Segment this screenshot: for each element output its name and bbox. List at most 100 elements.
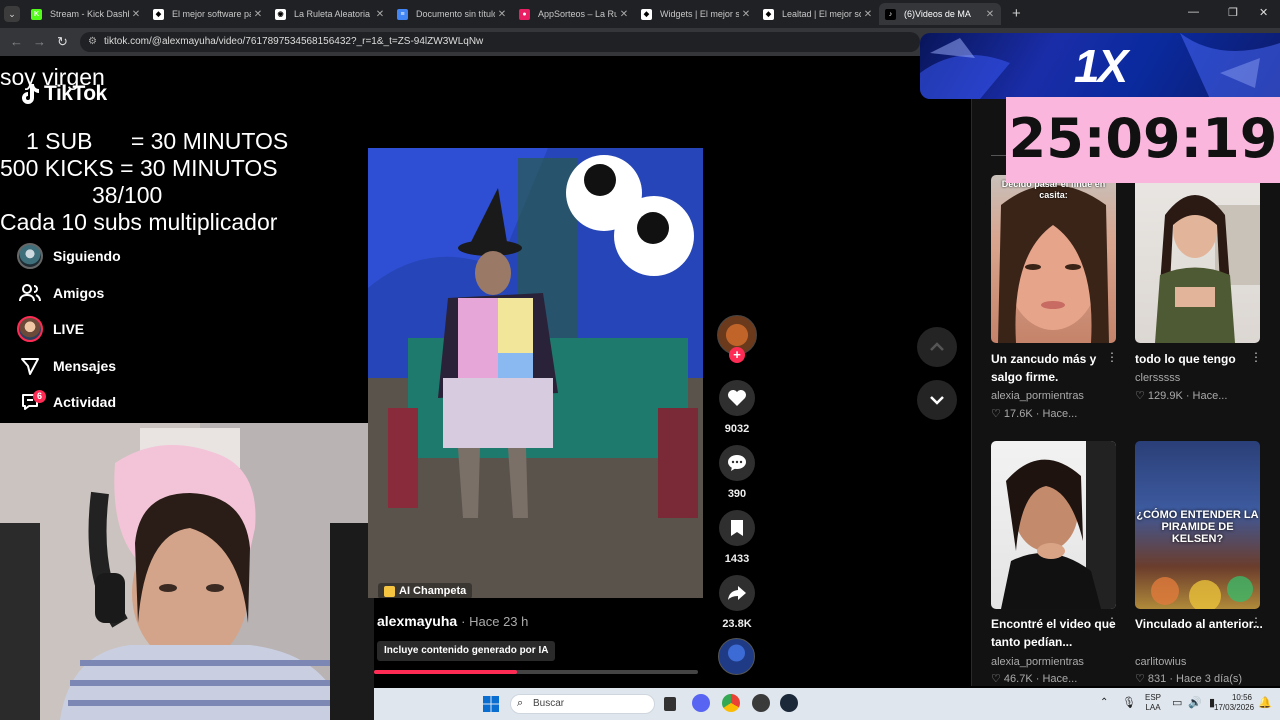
- share-button[interactable]: [719, 575, 755, 611]
- close-window-icon[interactable]: ✕: [1259, 6, 1268, 19]
- ai-content-label[interactable]: Incluye contenido generado por IA: [377, 641, 556, 661]
- bookmark-icon: [731, 520, 743, 536]
- more-options-icon[interactable]: ⋮: [1106, 350, 1118, 364]
- minimize-icon[interactable]: —: [1188, 6, 1199, 18]
- reload-icon[interactable]: ↻: [57, 34, 68, 50]
- tab-close-icon[interactable]: ✕: [861, 9, 875, 20]
- tab-title: AppSorteos – La Rule: [538, 9, 617, 19]
- overlay-sub-rule-text: 1 SUB = 30 MINUTOS: [26, 128, 289, 154]
- like-button[interactable]: [719, 380, 755, 416]
- more-options-icon[interactable]: ⋮: [1106, 615, 1118, 629]
- site-info-icon[interactable]: ⚙: [88, 36, 97, 47]
- live-avatar-icon: [16, 315, 44, 343]
- forward-icon[interactable]: →: [33, 34, 46, 49]
- tray-overflow-icon[interactable]: ⌃: [1100, 697, 1108, 708]
- more-options-icon[interactable]: ⋮: [1250, 350, 1262, 364]
- overlay-sub-count: 38/100: [92, 182, 163, 208]
- browser-tab[interactable]: ◆ Lealtad | El mejor sof ✕: [757, 3, 879, 25]
- tab-title: (6)Videos de MA: [904, 9, 971, 19]
- browser-tab[interactable]: ≡ Documento sin título ✕: [391, 3, 513, 25]
- discord-icon[interactable]: [692, 694, 710, 712]
- previous-video-button[interactable]: [917, 327, 957, 367]
- suggested-thumb-1[interactable]: Decido pasar el finde en casita:: [991, 175, 1116, 343]
- nav-following[interactable]: Siguiendo: [16, 241, 121, 271]
- tab-close-icon[interactable]: ✕: [739, 9, 753, 20]
- next-video-button[interactable]: [917, 380, 957, 420]
- nav-friends[interactable]: Amigos: [16, 278, 104, 308]
- volume-icon[interactable]: 🔊: [1188, 696, 1202, 709]
- suggested-thumb-4[interactable]: ¿CÓMO ENTENDER LA PIRAMIDE DE KELSEN?: [1135, 441, 1260, 609]
- video-player[interactable]: [368, 148, 703, 598]
- tab-close-icon[interactable]: ✕: [129, 9, 143, 20]
- new-tab-button[interactable]: +: [1012, 5, 1021, 22]
- video-progress-fill: [374, 670, 517, 674]
- obs-icon[interactable]: [752, 694, 770, 712]
- tab-close-icon[interactable]: ✕: [373, 9, 387, 20]
- suggested-stats-4: ♡ 831 · Hace 3 día(s): [1135, 673, 1243, 685]
- overlay-multiplier-text: Cada 10 subs multiplicador: [0, 209, 278, 235]
- tab-favicon-icon: ◉: [275, 8, 286, 20]
- chrome-icon[interactable]: [722, 694, 740, 712]
- notification-bell-icon[interactable]: 🔔: [1258, 696, 1272, 709]
- suggested-stats-3: ♡ 46.7K · Hace...: [991, 673, 1078, 685]
- save-button[interactable]: [719, 510, 755, 546]
- suggested-author-4[interactable]: carlitowius: [1135, 656, 1186, 668]
- tab-title: La Ruleta Aleatoria: [294, 9, 371, 19]
- comment-icon: [728, 455, 746, 471]
- suggested-title-4[interactable]: Vinculado al anterior...: [1135, 615, 1265, 633]
- like-count: 9032: [724, 423, 750, 435]
- task-view-icon[interactable]: [664, 697, 676, 711]
- share-arrow-icon: [728, 586, 746, 600]
- video-author[interactable]: alexmayuha: [377, 613, 457, 629]
- browser-tab[interactable]: ◆ Widgets | El mejor so ✕: [635, 3, 757, 25]
- save-count: 1433: [724, 553, 750, 565]
- suggested-author-2[interactable]: clersssss: [1135, 372, 1180, 384]
- suggested-thumb-3[interactable]: [991, 441, 1116, 609]
- nav-activity-label: Actividad: [53, 394, 117, 410]
- tab-favicon-icon: ♪: [885, 8, 896, 20]
- taskbar-search[interactable]: [510, 694, 655, 714]
- share-count: 23.8K: [722, 618, 752, 630]
- nav-messages[interactable]: Mensajes: [16, 351, 116, 381]
- network-icon[interactable]: ▭: [1172, 696, 1182, 709]
- browser-tab[interactable]: ◉ La Ruleta Aleatoria ✕: [269, 3, 391, 25]
- nav-activity[interactable]: Actividad: [16, 387, 116, 417]
- suggested-title-1[interactable]: Un zancudo más y salgo firme.: [991, 350, 1121, 386]
- suggested-author-3[interactable]: alexia_pormientras: [991, 656, 1084, 668]
- sound-disc[interactable]: [718, 638, 755, 675]
- more-options-icon[interactable]: ⋮: [1250, 615, 1262, 629]
- browser-tab[interactable]: K Stream - Kick Dashbo ✕: [25, 3, 147, 25]
- comment-button[interactable]: [719, 445, 755, 481]
- effect-tag-text: AI Champeta: [399, 585, 467, 597]
- nav-live-label: LIVE: [53, 321, 85, 337]
- taskbar-clock[interactable]: 10:56 17/03/2026: [1214, 693, 1254, 713]
- sponsor-banner: 1X: [920, 33, 1280, 99]
- language-indicator[interactable]: ESP LAA: [1145, 693, 1161, 713]
- search-icon: ⌕: [517, 697, 524, 709]
- tab-close-icon[interactable]: ✕: [983, 9, 997, 20]
- maximize-icon[interactable]: ❐: [1228, 6, 1238, 19]
- microphone-icon[interactable]: 🎙: [1122, 696, 1136, 709]
- steam-icon[interactable]: [780, 694, 798, 712]
- activity-badge: 6: [33, 390, 46, 403]
- tab-close-icon[interactable]: ✕: [495, 9, 509, 20]
- suggested-author-1[interactable]: alexia_pormientras: [991, 390, 1084, 402]
- follow-plus-button[interactable]: +: [729, 347, 745, 363]
- tab-close-icon[interactable]: ✕: [251, 9, 265, 20]
- browser-tab[interactable]: ♪ (6)Videos de MA ✕: [879, 3, 1001, 25]
- back-icon[interactable]: ←: [10, 34, 23, 49]
- video-effect-tag[interactable]: AI Champeta: [378, 583, 473, 599]
- nav-live[interactable]: LIVE: [16, 314, 84, 344]
- suggested-thumb-2[interactable]: [1135, 175, 1260, 343]
- tab-search-button[interactable]: ⌄: [4, 6, 20, 22]
- suggested-title-2[interactable]: todo lo que tengo: [1135, 350, 1265, 368]
- start-icon[interactable]: [483, 696, 499, 717]
- tab-favicon-icon: ●: [519, 8, 530, 20]
- webcam-feed: [0, 423, 374, 720]
- suggested-title-3[interactable]: Encontré el video que tanto pedían...: [991, 615, 1121, 651]
- browser-tab[interactable]: ◆ El mejor software pa ✕: [147, 3, 269, 25]
- tab-close-icon[interactable]: ✕: [617, 9, 631, 20]
- browser-tab[interactable]: ● AppSorteos – La Rule✕: [513, 3, 635, 25]
- video-author-row: alexmayuha · Hace 23 h: [377, 613, 528, 629]
- sponsor-logo-text: 1X: [1073, 40, 1128, 92]
